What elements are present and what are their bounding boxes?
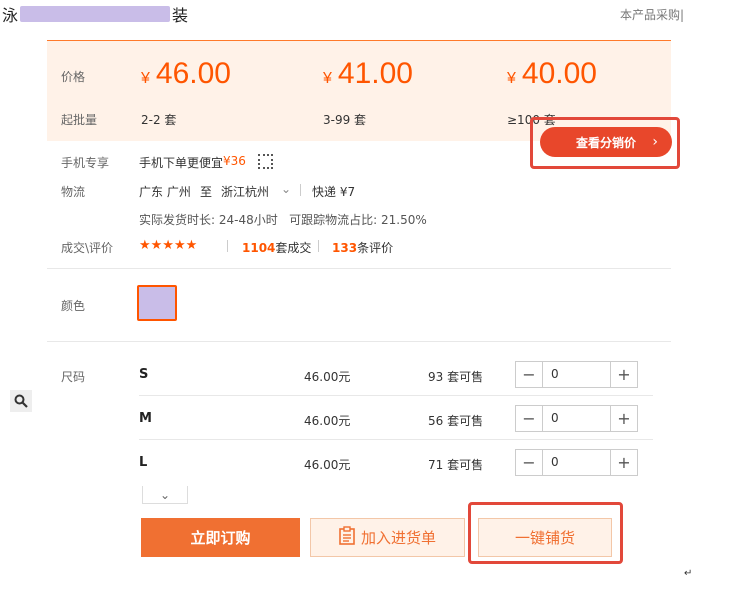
plus-icon[interactable]: + <box>610 450 637 475</box>
batch-label: 起批量 <box>61 113 98 127</box>
divider <box>139 395 653 396</box>
title-end: 装 <box>172 6 189 25</box>
ship-from: 广东 广州 <box>139 185 191 199</box>
buy-now-button[interactable]: 立即订购 <box>141 518 300 557</box>
currency-symbol: ¥ <box>323 70 332 87</box>
tier-price: 40.00 <box>521 57 597 90</box>
purchase-info-link[interactable]: 本产品采购| <box>620 6 684 23</box>
title-start: 泳 <box>2 6 19 25</box>
reviews-number: 133 <box>332 241 358 255</box>
chevron-down-icon: ⌄ <box>159 487 171 502</box>
size-price: 46.00元 <box>304 414 351 428</box>
redacted-title-block <box>20 6 171 22</box>
highlight-box <box>530 117 680 169</box>
tier-batch-1: 2-2 套 <box>141 113 177 127</box>
price-tier-3: ¥ 40.00 <box>507 57 597 91</box>
minus-icon[interactable]: − <box>516 362 543 387</box>
rating-stars: ★★★★★ <box>139 238 198 253</box>
expand-sizes-button[interactable]: ⌄ <box>142 486 188 504</box>
express-fee: 快递 ¥7 <box>312 185 356 199</box>
deals-suffix: 套成交 <box>275 241 312 255</box>
divider <box>139 439 653 440</box>
logistics-label: 物流 <box>61 185 86 199</box>
return-mark-icon: ↵ <box>684 568 693 579</box>
quantity-input[interactable]: 0 <box>543 362 610 387</box>
divider <box>47 341 671 342</box>
price-label: 价格 <box>61 70 86 84</box>
chevron-down-icon[interactable]: ⌄ <box>281 182 291 196</box>
mobile-price: ¥36 <box>223 154 246 168</box>
currency-symbol: ¥ <box>141 70 150 87</box>
quantity-input[interactable]: 0 <box>543 450 610 475</box>
highlight-box <box>468 502 623 564</box>
size-price: 46.00元 <box>304 458 351 472</box>
review-count[interactable]: 133条评价 <box>332 239 393 256</box>
plus-icon[interactable]: + <box>610 362 637 387</box>
plus-icon[interactable]: + <box>610 406 637 431</box>
size-name: S <box>139 367 149 382</box>
size-label: 尺码 <box>61 370 86 384</box>
minus-icon[interactable]: − <box>516 450 543 475</box>
add-to-cart-button[interactable]: 加入进货单 <box>310 518 465 557</box>
divider <box>47 268 671 269</box>
quantity-stepper[interactable]: − 0 + <box>515 449 638 476</box>
ship-to-word: 至 <box>200 185 213 199</box>
reviews-suffix: 条评价 <box>357 241 394 255</box>
tier-batch-2: 3-99 套 <box>323 113 367 127</box>
quantity-input[interactable]: 0 <box>543 406 610 431</box>
size-name: L <box>139 455 148 470</box>
mobile-text: 手机下单更便宜 <box>139 156 224 170</box>
quantity-stepper[interactable]: − 0 + <box>515 361 638 388</box>
divider <box>318 240 319 252</box>
logistics-stats: 实际发货时长: 24-48小时 可跟踪物流占比: 21.50% <box>139 213 427 227</box>
size-price: 46.00元 <box>304 370 351 384</box>
divider <box>227 240 228 252</box>
price-tier-2: ¥ 41.00 <box>323 57 413 91</box>
tier-price: 41.00 <box>337 57 413 90</box>
tier-price: 46.00 <box>155 57 231 90</box>
size-stock: 71 套可售 <box>428 458 484 472</box>
divider <box>300 184 301 196</box>
color-option[interactable] <box>137 285 177 321</box>
size-stock: 56 套可售 <box>428 414 484 428</box>
quantity-stepper[interactable]: − 0 + <box>515 405 638 432</box>
product-title: 泳 装 <box>2 2 188 26</box>
minus-icon[interactable]: − <box>516 406 543 431</box>
size-stock: 93 套可售 <box>428 370 484 384</box>
search-icon[interactable] <box>10 390 32 412</box>
currency-symbol: ¥ <box>507 70 516 87</box>
deal-count[interactable]: 1104套成交 <box>242 239 311 256</box>
clipboard-icon <box>339 526 355 549</box>
deals-number: 1104 <box>242 241 276 255</box>
mobile-label: 手机专享 <box>61 156 110 170</box>
color-label: 颜色 <box>61 299 86 313</box>
price-tier-1: ¥ 46.00 <box>141 57 231 91</box>
size-name: M <box>139 411 152 426</box>
add-to-cart-label: 加入进货单 <box>360 529 436 547</box>
ship-to-select[interactable]: 浙江杭州 <box>221 183 269 200</box>
qr-code-icon[interactable] <box>258 154 273 169</box>
reviews-label: 成交\评价 <box>61 241 114 255</box>
